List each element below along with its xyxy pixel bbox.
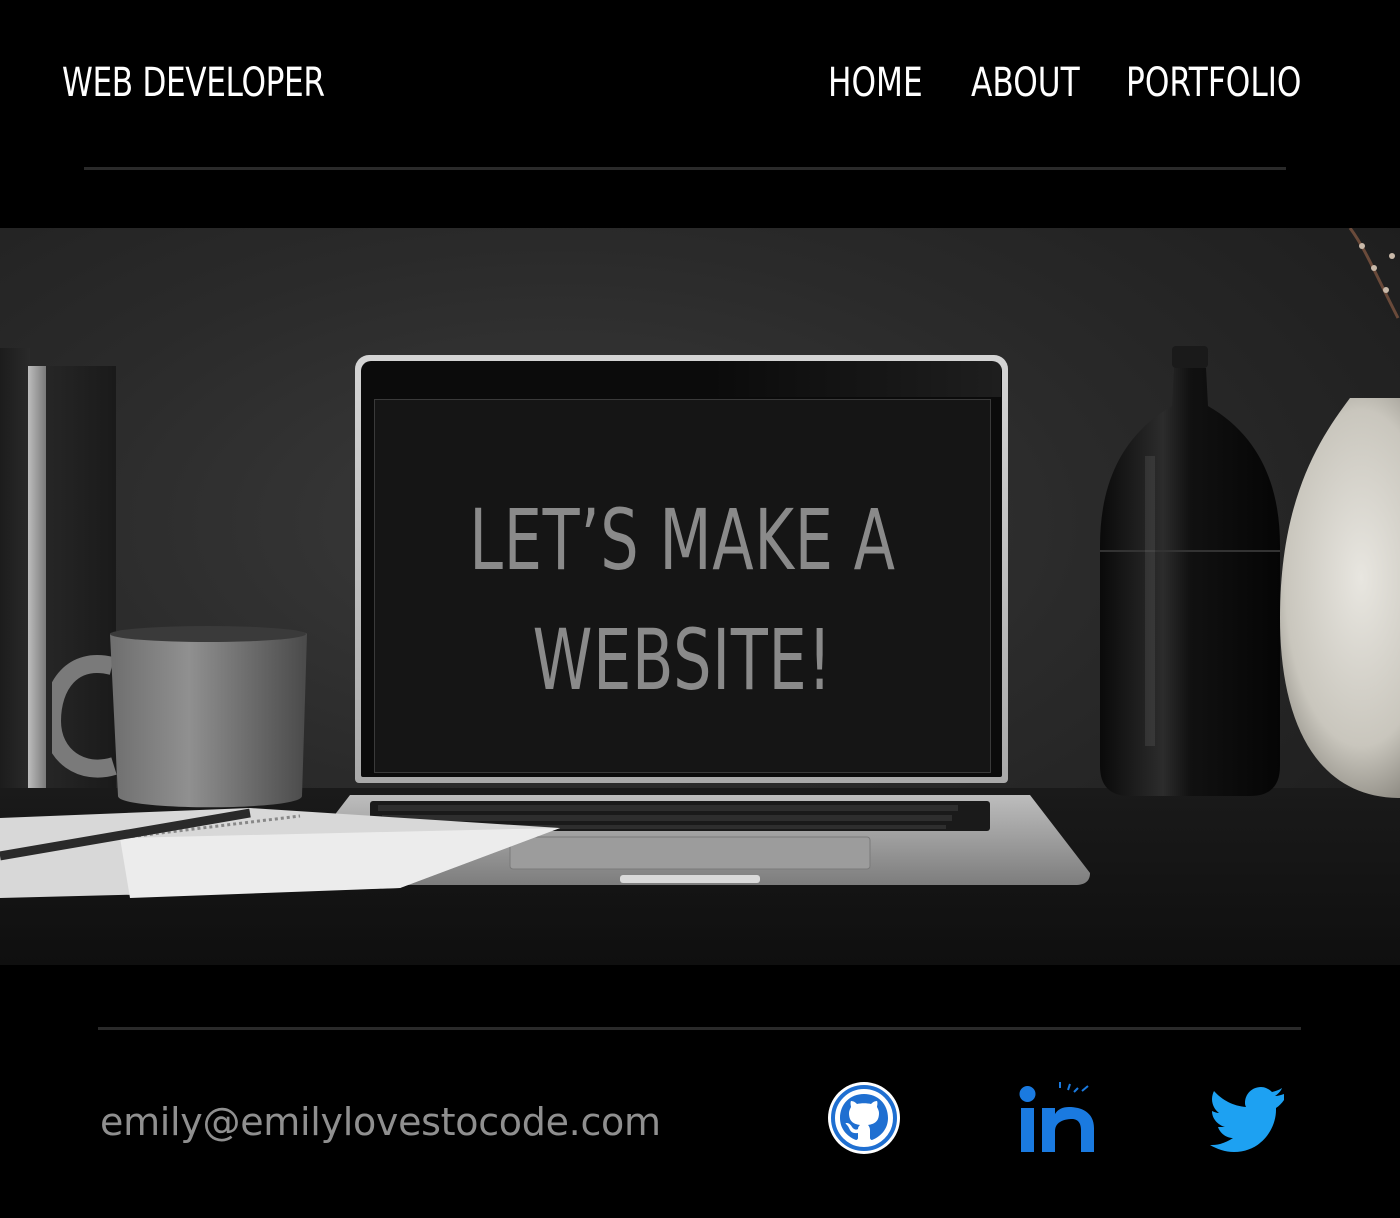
hero-headline: LET’S MAKE A WEBSITE! (375, 480, 990, 720)
header-divider (84, 167, 1286, 170)
linkedin-icon[interactable] (1018, 1080, 1094, 1156)
branch-decoration (1348, 228, 1400, 319)
brand-title: WEB DEVELOPER (62, 60, 325, 106)
laptop: LET’S MAKE A WEBSITE! (355, 355, 1008, 783)
contact-email-link[interactable]: emily@emilylovestocode.com (100, 1096, 661, 1148)
site-header: WEB DEVELOPER HOME ABOUT PORTFOLIO (0, 0, 1400, 170)
hero-headline-line-1: LET’S MAKE A (469, 491, 896, 589)
bottle-decoration (1100, 346, 1280, 796)
nav-link-home[interactable]: HOME (828, 58, 923, 108)
nav-link-about[interactable]: ABOUT (971, 58, 1080, 108)
footer-divider (98, 1027, 1301, 1030)
laptop-screen: LET’S MAKE A WEBSITE! (374, 399, 991, 773)
hero-image: LET’S MAKE A WEBSITE! (0, 228, 1400, 965)
notebook-decoration (0, 808, 560, 898)
hero-headline-line-2: WEBSITE! (532, 611, 833, 709)
twitter-icon[interactable] (1210, 1080, 1286, 1156)
coffee-mug-decoration (52, 626, 307, 808)
nav-link-portfolio[interactable]: PORTFOLIO (1126, 58, 1301, 108)
github-icon[interactable] (826, 1080, 902, 1156)
vase-decoration (1280, 398, 1400, 798)
